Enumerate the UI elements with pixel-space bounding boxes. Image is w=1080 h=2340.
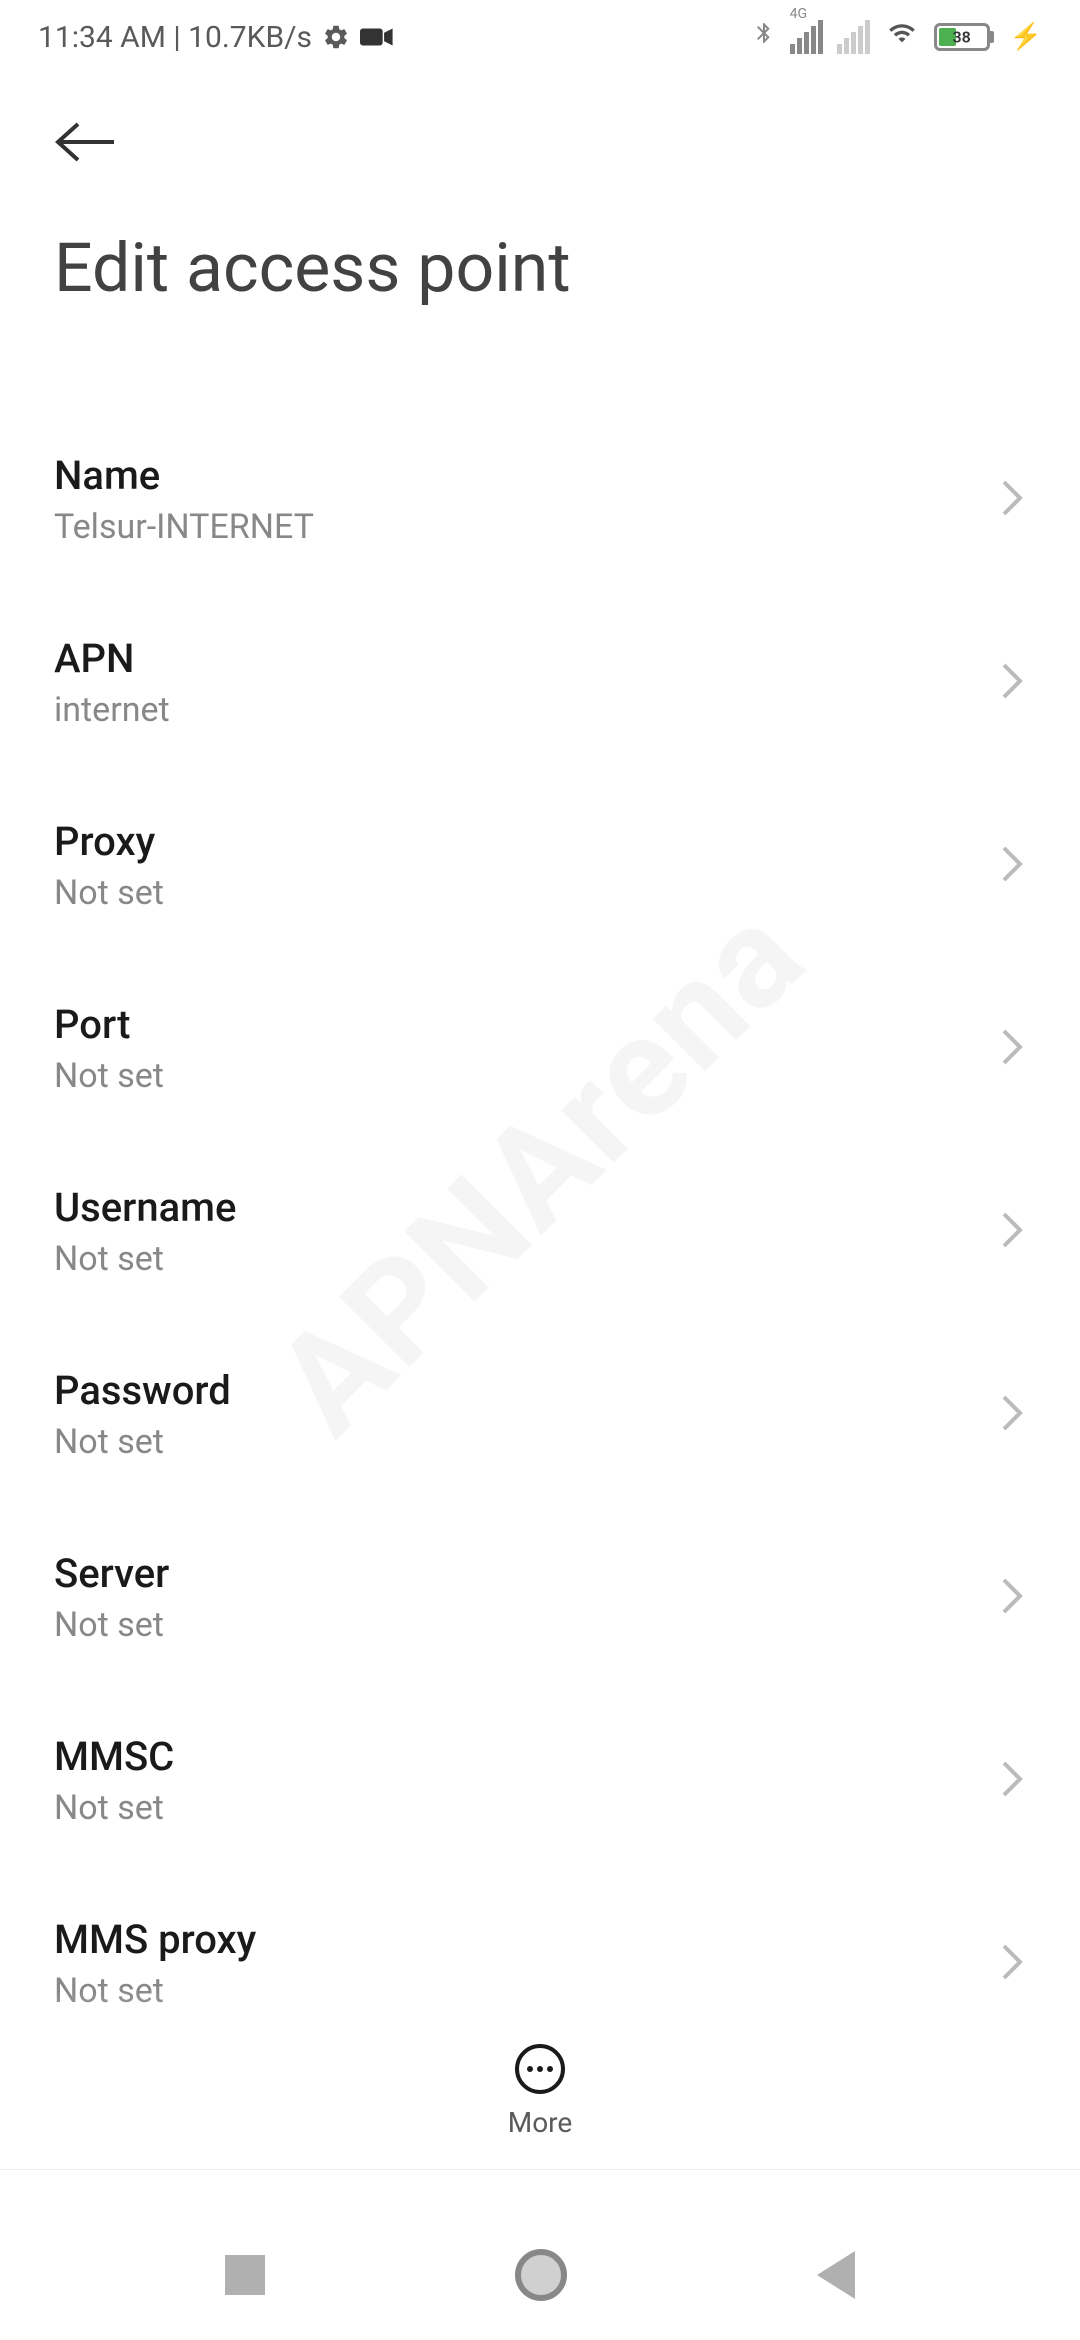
- gear-icon: [322, 23, 350, 51]
- setting-label: APN: [54, 635, 170, 682]
- setting-text: Server Not set: [54, 1550, 169, 1645]
- setting-row-name[interactable]: Name Telsur-INTERNET: [54, 408, 1026, 591]
- chevron-right-icon: [998, 1757, 1026, 1805]
- setting-text: Proxy Not set: [54, 818, 164, 913]
- settings-list: Name Telsur-INTERNET APN internet Proxy …: [54, 408, 1026, 2055]
- setting-value: Not set: [54, 873, 164, 913]
- setting-text: Port Not set: [54, 1001, 164, 1096]
- setting-row-password[interactable]: Password Not set: [54, 1323, 1026, 1506]
- android-nav-bar: [0, 2210, 1080, 2340]
- setting-value: Not set: [54, 1239, 236, 1279]
- wifi-icon: [884, 19, 920, 55]
- setting-row-server[interactable]: Server Not set: [54, 1506, 1026, 1689]
- setting-label: Server: [54, 1550, 169, 1597]
- camera-icon: [360, 25, 394, 49]
- setting-text: Password Not set: [54, 1367, 231, 1462]
- status-bar: 11:34 AM | 10.7KB/s 4G: [0, 0, 1080, 68]
- more-button[interactable]: More: [0, 2044, 1080, 2170]
- back-button[interactable]: [54, 120, 1026, 168]
- setting-text: Username Not set: [54, 1184, 236, 1279]
- nav-back-icon[interactable]: [817, 2251, 855, 2299]
- setting-text: MMS proxy Not set: [54, 1916, 256, 2011]
- chevron-right-icon: [998, 1025, 1026, 1073]
- status-left: 11:34 AM | 10.7KB/s: [38, 20, 394, 55]
- setting-label: Name: [54, 452, 314, 499]
- setting-value: Not set: [54, 1971, 256, 2011]
- setting-row-username[interactable]: Username Not set: [54, 1140, 1026, 1323]
- setting-label: Port: [54, 1001, 164, 1048]
- status-right: 4G 38 ⚡: [752, 16, 1042, 58]
- setting-row-mmsc[interactable]: MMSC Not set: [54, 1689, 1026, 1872]
- signal-no-sim-icon: [837, 20, 870, 54]
- setting-value: Not set: [54, 1056, 164, 1096]
- status-time: 11:34 AM | 10.7KB/s: [38, 20, 312, 55]
- setting-label: MMS proxy: [54, 1916, 256, 1963]
- bluetooth-icon: [752, 16, 776, 58]
- setting-label: Username: [54, 1184, 236, 1231]
- setting-value: Telsur-INTERNET: [54, 507, 314, 547]
- setting-row-mms-proxy[interactable]: MMS proxy Not set: [54, 1872, 1026, 2055]
- setting-label: Password: [54, 1367, 231, 1414]
- setting-value: Not set: [54, 1788, 174, 1828]
- chevron-right-icon: [998, 476, 1026, 524]
- setting-text: APN internet: [54, 635, 170, 730]
- battery-icon: 38: [934, 23, 994, 51]
- setting-value: Not set: [54, 1605, 169, 1645]
- setting-text: MMSC Not set: [54, 1733, 174, 1828]
- setting-label: MMSC: [54, 1733, 174, 1780]
- chevron-right-icon: [998, 1391, 1026, 1439]
- signal-4g-icon: 4G: [790, 20, 823, 54]
- nav-recent-icon[interactable]: [225, 2255, 265, 2295]
- chevron-right-icon: [998, 1208, 1026, 1256]
- chevron-right-icon: [998, 659, 1026, 707]
- more-label: More: [508, 2106, 573, 2139]
- chevron-right-icon: [998, 1940, 1026, 1988]
- page-title: Edit access point: [54, 228, 1026, 308]
- setting-value: internet: [54, 690, 170, 730]
- charging-icon: ⚡: [1010, 22, 1042, 52]
- nav-home-icon[interactable]: [515, 2249, 567, 2301]
- more-icon: [515, 2044, 565, 2094]
- chevron-right-icon: [998, 1574, 1026, 1622]
- setting-value: Not set: [54, 1422, 231, 1462]
- setting-row-proxy[interactable]: Proxy Not set: [54, 774, 1026, 957]
- setting-row-apn[interactable]: APN internet: [54, 591, 1026, 774]
- chevron-right-icon: [998, 842, 1026, 890]
- setting-text: Name Telsur-INTERNET: [54, 452, 314, 547]
- setting-label: Proxy: [54, 818, 164, 865]
- setting-row-port[interactable]: Port Not set: [54, 957, 1026, 1140]
